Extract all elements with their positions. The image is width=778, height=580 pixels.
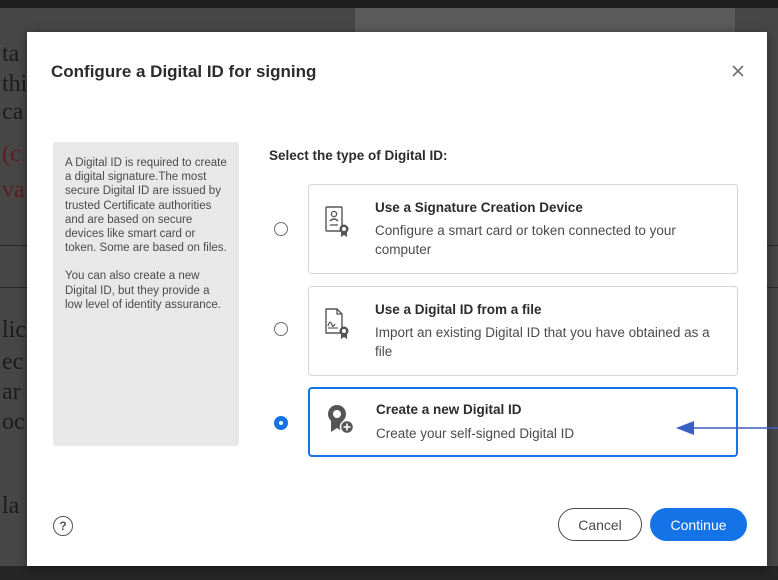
option-digital-id-file[interactable]: Use a Digital ID from a file Import an e… — [308, 286, 738, 376]
info-text: You can also create a new Digital ID, bu… — [65, 270, 221, 311]
dialog-title: Configure a Digital ID for signing — [51, 62, 317, 81]
background-text: va — [2, 177, 25, 203]
background-text: thi — [2, 71, 28, 97]
close-button[interactable] — [727, 60, 749, 82]
cancel-button[interactable]: Cancel — [558, 508, 642, 541]
background-text: ta — [2, 41, 20, 67]
background-field — [355, 8, 735, 32]
radio-signature-device[interactable] — [274, 222, 288, 236]
radio-create-new-id[interactable] — [274, 416, 288, 430]
new-id-badge-icon — [326, 404, 355, 435]
certificate-card-icon — [325, 205, 351, 237]
option-title: Use a Signature Creation Device — [375, 200, 583, 215]
signature-file-icon — [325, 307, 351, 339]
background-text: la — [2, 493, 20, 519]
background-text: ec — [2, 349, 24, 375]
option-title: Use a Digital ID from a file — [375, 302, 542, 317]
background-statusbar — [0, 566, 778, 580]
continue-button[interactable]: Continue — [650, 508, 747, 541]
background-text: ca — [2, 99, 24, 125]
section-heading: Select the type of Digital ID: — [269, 148, 448, 163]
background-text: (c — [2, 141, 21, 167]
info-panel: A Digital ID is required to create a dig… — [53, 142, 239, 446]
background-text: ar — [2, 379, 21, 405]
background-text: oc — [2, 409, 25, 435]
help-button[interactable]: ? — [53, 516, 73, 536]
background-toolbar — [0, 0, 778, 8]
option-description: Create your self-signed Digital ID — [376, 426, 575, 441]
option-description: Configure a smart card or token connecte… — [375, 223, 676, 257]
background-text: lic — [2, 317, 26, 343]
info-text: A Digital ID is required to create a dig… — [65, 157, 227, 255]
configure-digital-id-dialog: Configure a Digital ID for signing A Dig… — [27, 32, 767, 566]
option-signature-device[interactable]: Use a Signature Creation Device Configur… — [308, 184, 738, 274]
option-create-new-id[interactable]: Create a new Digital ID Create your self… — [308, 387, 738, 457]
option-description: Import an existing Digital ID that you h… — [375, 325, 710, 359]
radio-digital-id-file[interactable] — [274, 322, 288, 336]
close-icon — [732, 65, 744, 77]
help-icon: ? — [59, 519, 67, 533]
option-title: Create a new Digital ID — [376, 402, 522, 417]
